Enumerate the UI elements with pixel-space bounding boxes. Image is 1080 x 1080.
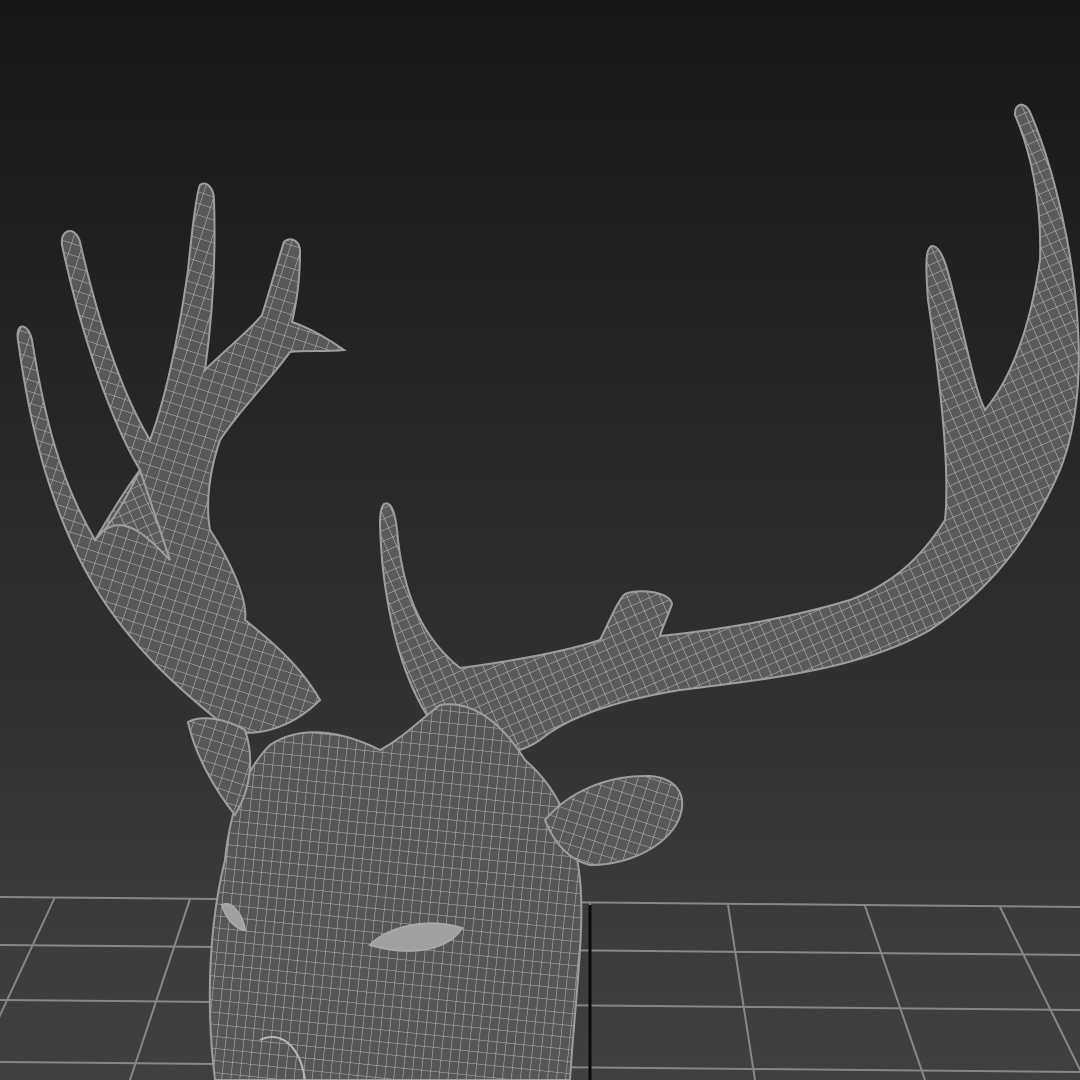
- left-ear: [186, 717, 252, 817]
- right-antler[interactable]: [379, 103, 1080, 755]
- right-ear: [543, 774, 684, 867]
- 3d-viewport[interactable]: [0, 0, 1080, 1080]
- viewport-canvas[interactable]: [0, 0, 1080, 1080]
- head[interactable]: [186, 703, 684, 1080]
- deer-head-model[interactable]: [16, 103, 1080, 1080]
- left-antler[interactable]: [16, 182, 347, 734]
